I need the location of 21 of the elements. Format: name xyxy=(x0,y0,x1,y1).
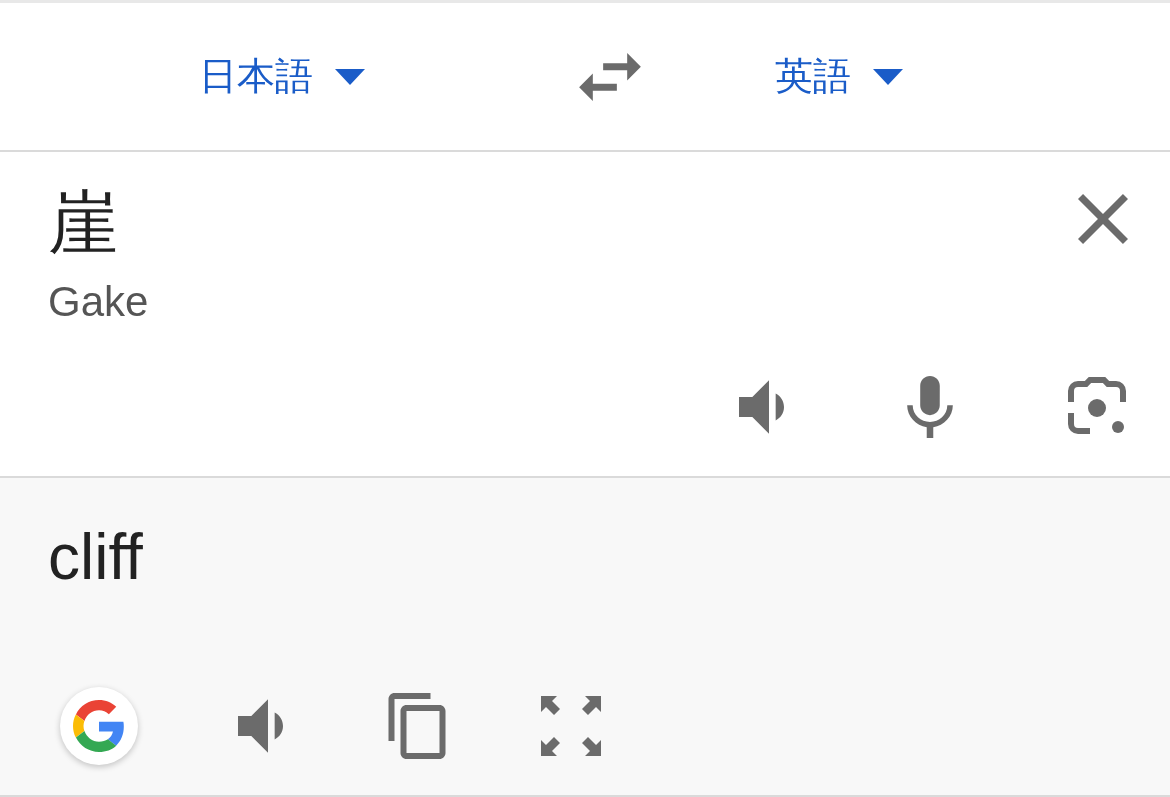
microphone-icon xyxy=(904,376,956,438)
google-button[interactable] xyxy=(60,687,138,765)
caret-icon xyxy=(873,68,903,85)
caret-icon xyxy=(335,68,365,85)
swap-icon xyxy=(579,52,641,101)
translation-text: cliff xyxy=(48,520,144,594)
expand-icon xyxy=(541,696,601,756)
copy-icon xyxy=(388,693,446,759)
lens-icon xyxy=(1066,377,1128,437)
fullscreen-button[interactable] xyxy=(541,696,601,756)
close-icon xyxy=(1078,194,1128,244)
clear-button[interactable] xyxy=(1078,194,1128,244)
camera-button[interactable] xyxy=(1066,377,1128,437)
swap-languages-button[interactable] xyxy=(579,52,641,101)
source-language-button[interactable]: 日本語 xyxy=(199,51,365,102)
romanization-text: Gake xyxy=(48,278,149,326)
copy-button[interactable] xyxy=(388,693,446,759)
target-language-button[interactable]: 英語 xyxy=(775,51,903,102)
google-logo-icon xyxy=(73,700,125,752)
voice-input-button[interactable] xyxy=(904,376,956,438)
source-text: 崖 xyxy=(48,188,119,258)
